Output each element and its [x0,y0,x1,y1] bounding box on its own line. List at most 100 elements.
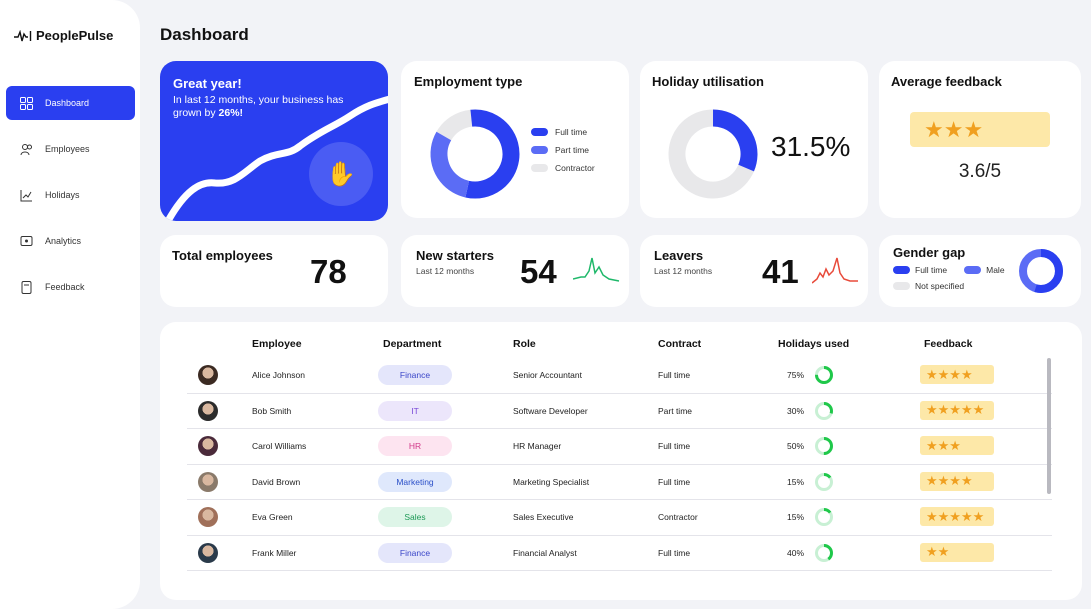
avatar [198,507,218,527]
holiday-value: 31.5% [771,131,851,162]
clapping-hands-icon: ✋ [326,160,356,188]
employee-name: Alice Johnson [252,370,305,380]
table-row[interactable]: Alice Johnson Finance Senior Accountant Ful… [187,358,1052,394]
total-employees-card: Total employees 78 [160,235,388,307]
new-starters-title: New starters [416,248,495,263]
table-row[interactable]: David Brown Marketing Marketing Specialist… [187,465,1052,500]
feedback-stars: ★★★★★ [920,400,994,420]
table-row[interactable]: Frank Miller Finance Financial Analyst Full… [187,536,1052,571]
contract: Full time [658,370,691,380]
holidays-used: 75% [787,370,805,380]
sidebar-item-label: Analytics [45,236,82,246]
page-title: Dashboard [160,25,249,44]
department-badge: Finance [378,542,452,563]
holidays-progress-ring [815,401,833,420]
legend-swatch [531,164,548,172]
new-starters-subtitle: Last 12 months [416,266,475,276]
legend-swatch [531,128,548,136]
employment-type-title: Employment type [414,74,523,89]
pulse-icon [14,29,32,41]
sidebar-item-label: Employees [45,144,90,154]
sidebar-item-employees[interactable]: Employees [6,132,135,166]
leavers-card: Leavers Last 12 months 41 [640,235,868,307]
holidays-used: 15% [787,512,805,522]
new-starters-card: New starters Last 12 months 54 [401,235,629,307]
grid-icon [20,96,33,110]
sidebar-item-feedback[interactable]: Feedback [6,270,135,304]
contract: Contractor [658,512,698,522]
total-employees-value: 78 [310,253,347,290]
feedback-stars: ★★★★★ [920,507,994,526]
feedback-stars: ★★ [920,542,994,562]
employee-name: Eva Green [252,512,293,522]
leavers-title: Leavers [654,248,704,263]
role: Marketing Specialist [513,476,590,487]
users-icon [20,143,33,156]
gender-gap-title: Gender gap [893,245,966,260]
holidays-progress-ring [815,366,833,384]
avatar [198,365,218,385]
sidebar: PeoplePulse Dashboard Employees Holidays An… [0,0,140,609]
legend-swatch [964,266,982,274]
holidays-progress-ring [815,472,833,491]
column-header-role[interactable]: Role [513,338,536,350]
department-badge: Finance [378,365,452,385]
holidays-used: 30% [787,405,805,416]
feedback-stars: ★★★★ [920,365,994,384]
employee-table: Employee Department Role Contract Holidays u… [160,322,1082,600]
new-starters-sparkline [573,257,620,282]
leavers-subtitle: Last 12 months [654,266,713,276]
contract: Full time [658,441,691,451]
gender-gap-legend: Full time Male Not specified [893,265,1005,291]
table-scrollbar[interactable] [1047,358,1051,494]
role: HR Manager [513,441,562,451]
sidebar-nav: Dashboard Employees Holidays Analytics Feedb… [6,86,135,316]
employment-type-card: Employment type Full time Part time Contra… [401,61,629,218]
analytics-icon [20,235,33,248]
chart-icon [20,189,33,202]
department-badge: Sales [378,507,452,527]
legend-label: Full time [915,265,948,275]
feedback-stars: ★★★ [920,436,994,455]
holidays-progress-ring [815,437,833,455]
gender-gap-card: Gender gap Full time Male Not specified [879,235,1081,307]
column-header-holidays-used[interactable]: Holidays used [778,338,849,350]
hero-text: In last 12 months, your business has gro… [173,94,344,119]
leavers-value: 41 [762,253,799,290]
app-logo[interactable]: PeoplePulse [14,28,113,43]
legend-label: Male [986,265,1005,275]
holidays-used: 50% [787,441,805,451]
role: Software Developer [513,405,588,416]
department-badge: HR [378,436,452,456]
column-header-department[interactable]: Department [383,338,441,350]
sidebar-item-analytics[interactable]: Analytics [6,224,135,258]
avatar [198,542,218,563]
holidays-used: 40% [787,547,805,558]
avatar [198,436,218,456]
table-row[interactable]: Eva Green Sales Sales Executive Contractor 1… [187,500,1052,536]
legend-label: Full time [555,127,588,137]
table-row[interactable]: Bob Smith IT Software Developer Part time 30… [187,394,1052,429]
sidebar-item-dashboard[interactable]: Dashboard [6,86,135,120]
feedback-stars: ★★★ [910,112,1050,147]
legend-swatch [893,282,910,290]
role: Senior Accountant [513,370,582,380]
column-header-employee[interactable]: Employee [252,338,302,350]
sidebar-item-label: Dashboard [45,98,90,108]
legend-swatch [531,146,548,154]
contract: Full time [658,476,691,487]
app-name: PeoplePulse [36,28,114,43]
holidays-used: 15% [787,476,805,487]
table-row[interactable]: Carol Williams HR HR Manager Full time 50% ★★… [187,429,1052,465]
avatar [198,471,218,492]
total-employees-title: Total employees [172,248,273,263]
column-header-contract[interactable]: Contract [658,338,701,350]
average-feedback-title: Average feedback [891,74,1002,89]
feedback-score: 3.6/5 [958,161,1002,182]
hero-title: Great year! [173,76,242,91]
sidebar-item-label: Holidays [45,190,80,200]
feedback-icon [20,280,33,294]
role: Financial Analyst [513,547,577,558]
sidebar-item-holidays[interactable]: Holidays [6,178,135,212]
column-header-feedback[interactable]: Feedback [924,338,972,350]
